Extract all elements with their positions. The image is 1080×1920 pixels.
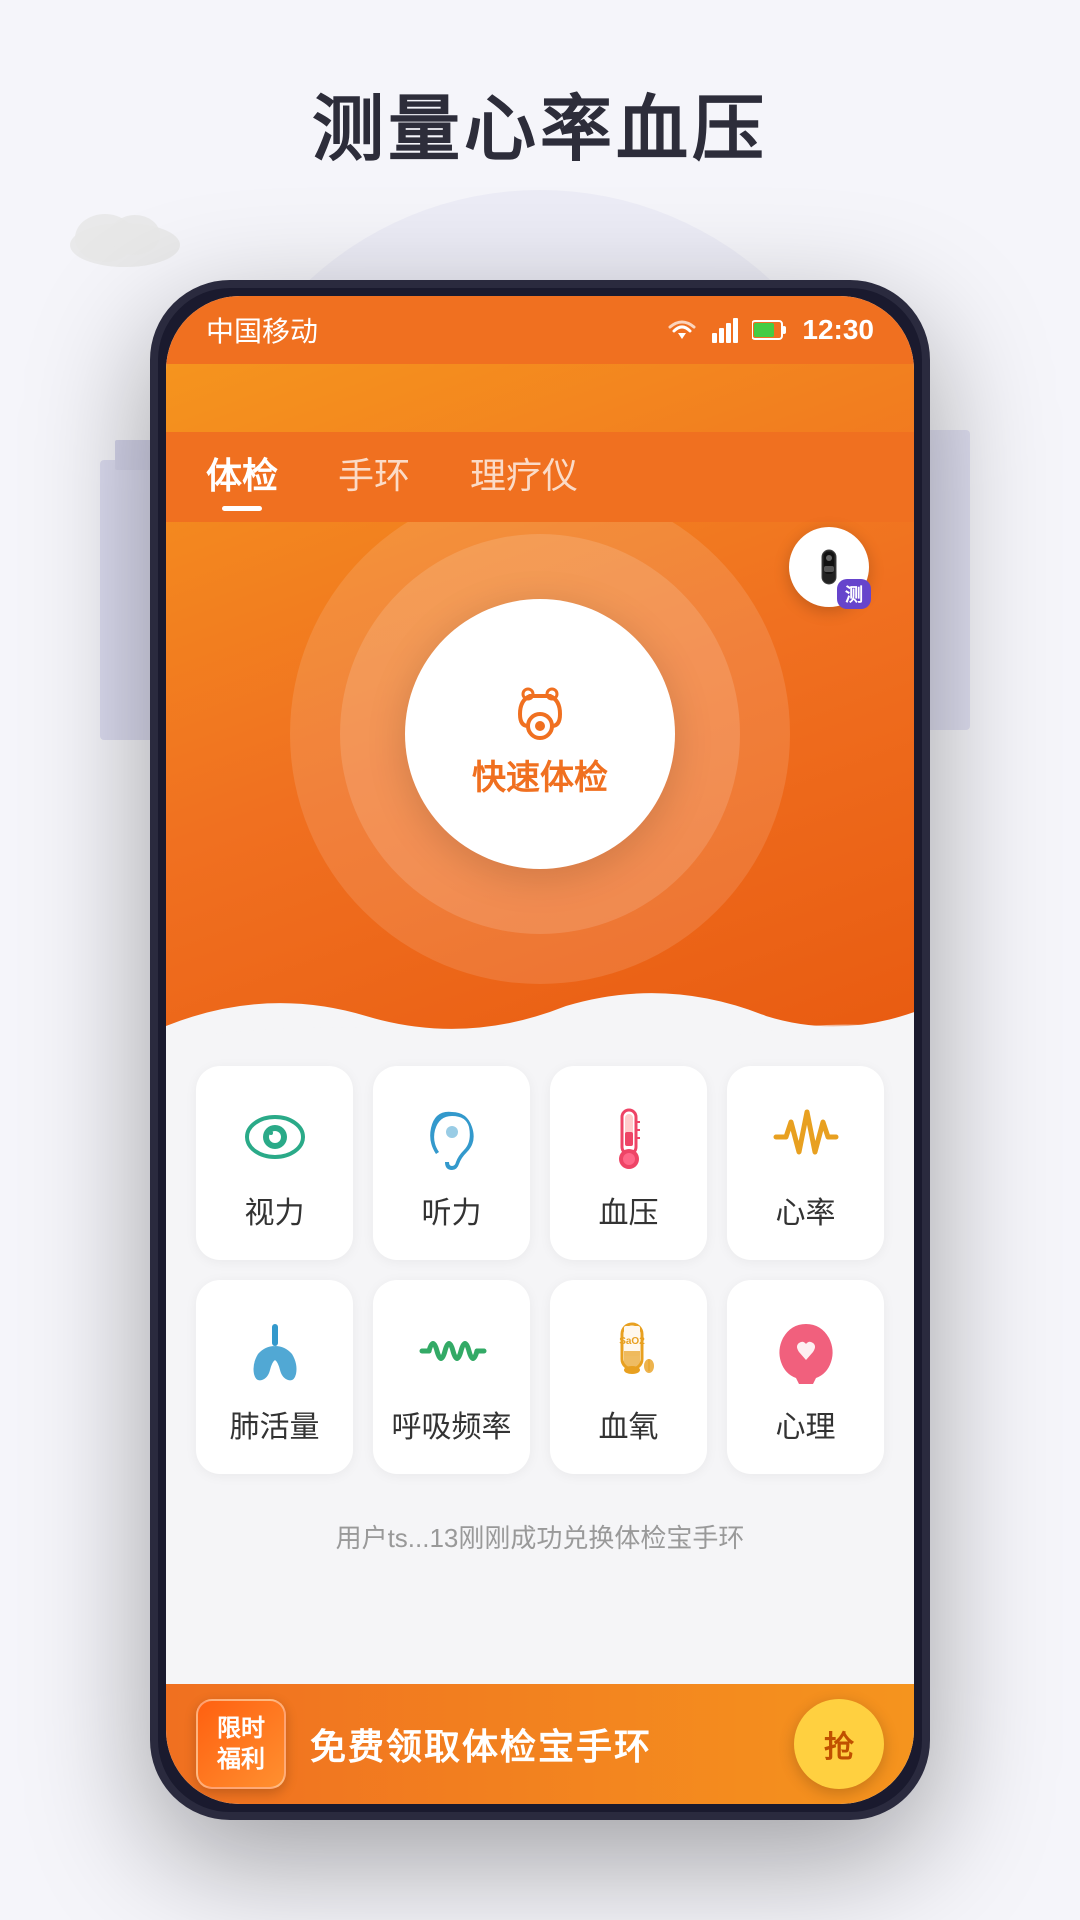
- grid-cell-breathing[interactable]: 呼吸频率: [373, 1280, 530, 1474]
- banner-badge-line1: 限时: [214, 1713, 268, 1744]
- blood-pressure-label: 血压: [599, 1188, 659, 1232]
- breathing-label: 呼吸频率: [392, 1402, 512, 1446]
- power-button: [922, 568, 930, 658]
- hearing-label: 听力: [422, 1188, 482, 1232]
- status-bar: 中国移动: [166, 296, 914, 364]
- psychology-label: 心理: [776, 1402, 836, 1446]
- grid-cell-hearing[interactable]: 听力: [373, 1066, 530, 1260]
- grid-cell-blood-oxygen[interactable]: SaO2 血氧: [550, 1280, 707, 1474]
- volume-up-button: [150, 608, 158, 728]
- tab-liaoyi[interactable]: 理疗仪: [470, 447, 578, 507]
- cloud-icon: [60, 200, 190, 270]
- phone-mockup: 中国移动: [150, 280, 930, 1820]
- quick-check-label: 快速体检: [472, 750, 608, 799]
- bottom-banner[interactable]: 限时 福利 免费领取体检宝手环 抢: [166, 1684, 914, 1804]
- quick-check-button[interactable]: 快速体检: [405, 599, 675, 869]
- lung-label: 肺活量: [230, 1402, 320, 1446]
- grid-cell-blood-pressure[interactable]: 血压: [550, 1066, 707, 1260]
- banner-badge: 限时 福利: [196, 1699, 286, 1789]
- grid-cell-lung[interactable]: 肺活量: [196, 1280, 353, 1474]
- wifi-icon: [666, 317, 698, 343]
- grid-cell-psychology[interactable]: 心理: [727, 1280, 884, 1474]
- stethoscope-icon: [500, 670, 580, 750]
- grid-row-2: 肺活量 呼吸频率: [196, 1280, 884, 1474]
- eye-icon: [240, 1102, 310, 1172]
- status-icons: 12:30: [666, 314, 874, 346]
- heartbeat-icon: [771, 1102, 841, 1172]
- feature-grid: 视力 听力: [166, 1036, 914, 1684]
- banner-main-text: 免费领取体检宝手环: [310, 1718, 794, 1770]
- ticker-text: 用户ts...13刚刚成功兑换体检宝手环: [336, 1518, 745, 1555]
- concentric-mid: 快速体检: [340, 534, 740, 934]
- carrier-label: 中国移动: [206, 310, 318, 350]
- hero-area: 体检 手环 理疗仪 测: [166, 364, 914, 1064]
- tab-shouhuan[interactable]: 手环: [338, 447, 410, 507]
- head-icon: [771, 1316, 841, 1386]
- svg-text:SaO2: SaO2: [619, 1336, 645, 1347]
- blood-oxygen-label: 血氧: [599, 1402, 659, 1446]
- concentric-outer: 快速体检: [290, 484, 790, 984]
- thermometer-icon: [594, 1102, 664, 1172]
- device-badge[interactable]: 测: [784, 522, 874, 612]
- device-badge-label: 测: [837, 579, 871, 609]
- ear-icon: [417, 1102, 487, 1172]
- banner-badge-line2: 福利: [214, 1744, 268, 1775]
- grid-row-1: 视力 听力: [196, 1066, 884, 1260]
- page-title: 测量心率血压: [0, 70, 1080, 175]
- wave-icon: [417, 1316, 487, 1386]
- time-label: 12:30: [802, 314, 874, 346]
- tab-bar: 体检 手环 理疗仪: [166, 432, 914, 522]
- vision-label: 视力: [245, 1188, 305, 1232]
- heart-rate-label: 心率: [776, 1188, 836, 1232]
- volume-down-button: [150, 758, 158, 878]
- grid-cell-vision[interactable]: 视力: [196, 1066, 353, 1260]
- tab-tijian[interactable]: 体检: [206, 447, 278, 507]
- phone-screen: 中国移动: [166, 296, 914, 1804]
- banner-grab-button[interactable]: 抢: [794, 1699, 884, 1789]
- signal-icon: [712, 317, 738, 343]
- grid-cell-heart-rate[interactable]: 心率: [727, 1066, 884, 1260]
- ticker-bar: 用户ts...13刚刚成功兑换体检宝手环: [166, 1508, 914, 1564]
- tube-icon: SaO2: [594, 1316, 664, 1386]
- lung-icon: [240, 1316, 310, 1386]
- battery-icon: [752, 319, 788, 341]
- mute-button: [150, 508, 158, 578]
